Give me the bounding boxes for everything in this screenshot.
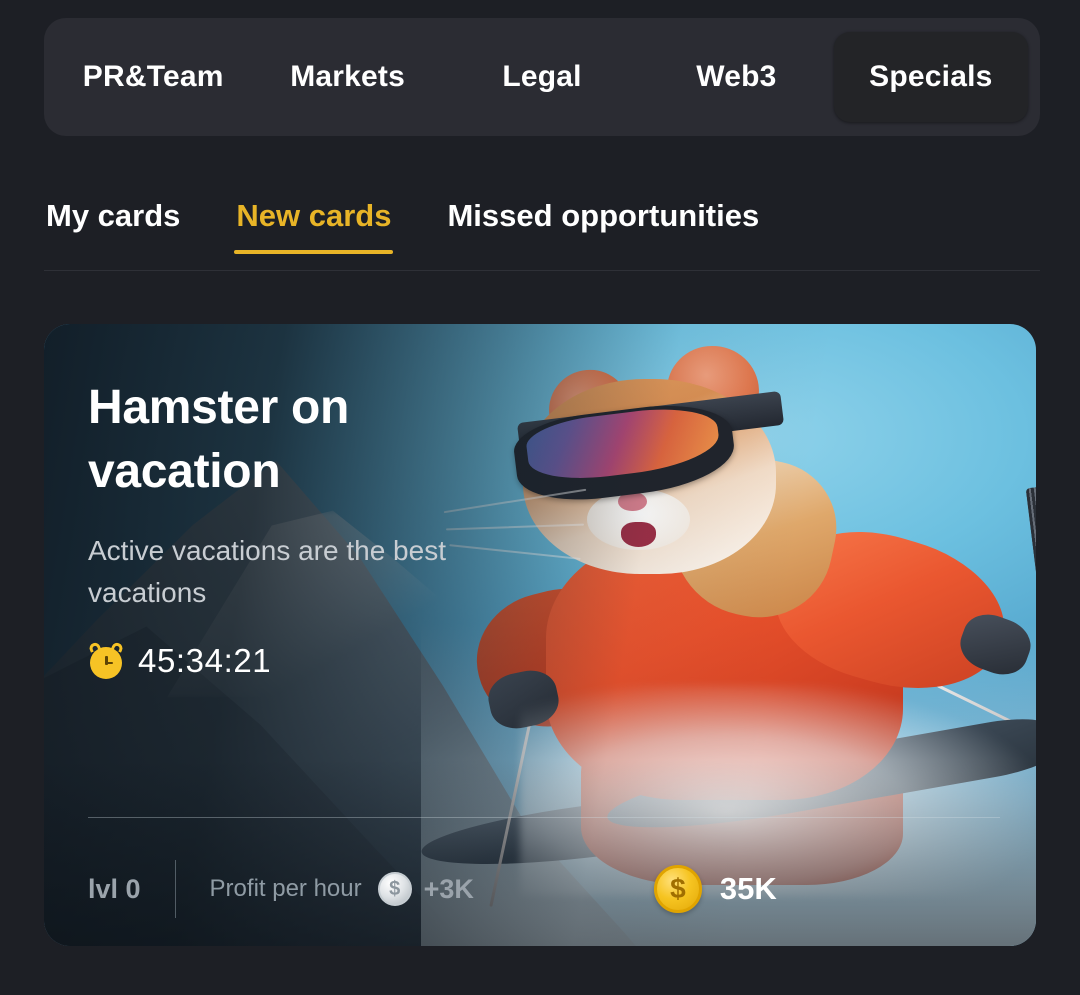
tabs-underline-rule — [44, 270, 1040, 271]
tab-my-cards[interactable]: My cards — [44, 198, 182, 254]
alarm-clock-minute-hand — [105, 661, 113, 665]
card-subtitle: Active vacations are the best vacations — [88, 534, 446, 608]
tab-label: My cards — [46, 198, 181, 233]
profit-per-hour-value: +3K — [423, 873, 474, 904]
silver-dollar-coin-icon: $ — [377, 872, 412, 906]
nav-item-legal[interactable]: Legal — [445, 32, 639, 122]
tab-label: New cards — [236, 198, 392, 233]
card-countdown-timer: 45:34:21 — [138, 641, 272, 679]
nav-item-markets[interactable]: Markets — [250, 32, 444, 122]
gold-dollar-coin-icon: $ — [653, 865, 702, 913]
tab-new-cards[interactable]: New cards — [234, 198, 394, 254]
profit-per-hour-label: Profit per hour — [209, 875, 362, 902]
card-level-label: lvl 0 — [88, 873, 141, 904]
tab-missed-opportunities[interactable]: Missed opportunities — [445, 198, 761, 254]
nav-item-specials[interactable]: Specials — [833, 32, 1029, 122]
alarm-clock-icon — [87, 640, 125, 679]
nav-item-web3[interactable]: Web3 — [639, 32, 833, 122]
coin-symbol: $ — [389, 877, 401, 900]
card-stats-row: lvl 0 Profit per hour $ +3K $ 35K — [88, 858, 1000, 920]
nav-item-label: Specials — [869, 60, 993, 93]
coin-symbol: $ — [670, 873, 686, 904]
card-price-value: 35K — [719, 871, 777, 906]
card-timer-row: 45:34:21 — [87, 640, 992, 680]
card-category-tabs: My cards New cards Missed opportunities — [44, 198, 1040, 272]
card-stats-divider — [88, 817, 1000, 818]
tab-label: Missed opportunities — [447, 198, 760, 233]
card-price-group: $ 35K — [653, 865, 777, 913]
top-navigation-bar: PR&Team Markets Legal Web3 Specials — [44, 18, 1040, 136]
promo-card-hamster-on-vacation[interactable]: Hamster on vacation Active vacations are… — [44, 324, 1036, 946]
nav-item-label: Markets — [290, 60, 405, 93]
nav-item-label: Legal — [502, 60, 582, 93]
card-content: Hamster on vacation Active vacations are… — [44, 324, 1036, 946]
nav-item-pr-team[interactable]: PR&Team — [56, 32, 250, 122]
nav-item-label: PR&Team — [82, 60, 224, 93]
stats-vertical-divider — [174, 860, 176, 918]
app-root: PR&Team Markets Legal Web3 Specials My c… — [0, 0, 1080, 995]
card-title: Hamster on vacation — [88, 381, 350, 498]
nav-item-label: Web3 — [696, 60, 777, 93]
